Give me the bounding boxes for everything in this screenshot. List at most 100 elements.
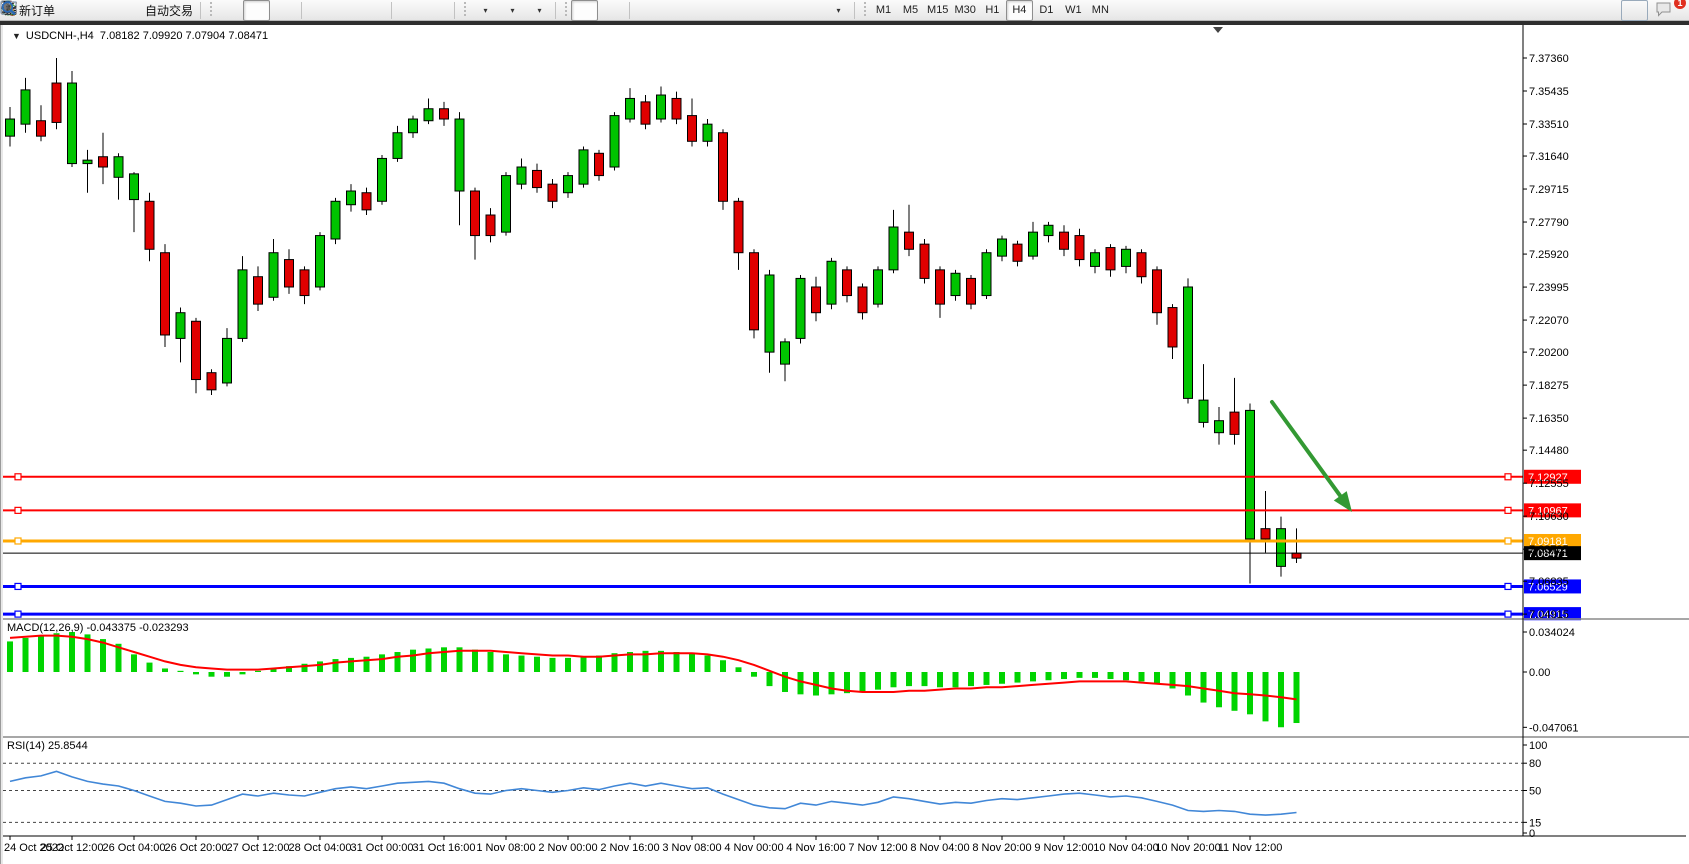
level-line-handle[interactable]: [15, 583, 21, 589]
candle-chart-mode-button[interactable]: [243, 0, 270, 21]
macd-histogram-bar: [488, 652, 494, 672]
candle-body: [734, 201, 743, 252]
text-tool-button[interactable]: A: [769, 0, 796, 21]
candle-body: [843, 270, 852, 296]
candle-body: [1153, 270, 1162, 313]
market-watch-button[interactable]: [58, 0, 85, 21]
candle-body: [517, 167, 526, 184]
chart-shift-marker-icon[interactable]: [1213, 27, 1223, 33]
level-line-handle[interactable]: [1505, 538, 1511, 544]
level-line-handle[interactable]: [15, 538, 21, 544]
timeframe-m15-button[interactable]: M15: [924, 0, 951, 21]
auto-scroll-button[interactable]: [396, 0, 423, 21]
chart-canvas[interactable]: 7.129277.109677.091817.084717.065297.049…: [0, 0, 1689, 864]
macd-histogram-bar: [147, 663, 153, 672]
price-tick-label: 7.16350: [1529, 413, 1569, 425]
trendline-tool-button[interactable]: [688, 0, 715, 21]
data-window-button[interactable]: [85, 0, 112, 21]
zoom-in-button[interactable]: [306, 0, 333, 21]
fibonacci-tool-button[interactable]: F: [742, 0, 769, 21]
candle-body: [1168, 308, 1177, 347]
level-line-handle[interactable]: [1505, 611, 1511, 617]
vertical-line-tool-button[interactable]: [634, 0, 661, 21]
level-line-handle[interactable]: [1505, 583, 1511, 589]
timeframe-d1-button[interactable]: D1: [1033, 0, 1060, 21]
new-chart-button[interactable]: ▾: [470, 0, 497, 21]
new-order-label: 新订单: [19, 2, 55, 19]
line-chart-mode-button[interactable]: [270, 0, 297, 21]
candle-body: [750, 253, 759, 330]
level-line-handle[interactable]: [1505, 474, 1511, 480]
candle-body: [145, 201, 154, 249]
level-line-handle[interactable]: [15, 474, 21, 480]
timeframe-h1-button[interactable]: H1: [979, 0, 1006, 21]
tile-windows-button[interactable]: [360, 0, 387, 21]
price-tick-label: 7.27790: [1529, 217, 1569, 229]
level-line-handle[interactable]: [1505, 507, 1511, 513]
trend-arrow-line[interactable]: [1272, 402, 1345, 502]
timeframe-mn-button[interactable]: MN: [1087, 0, 1114, 21]
horizontal-line-tool-button[interactable]: [661, 0, 688, 21]
dropdown-arrow-icon: ▾: [837, 6, 841, 15]
trend-arrow-head[interactable]: [1334, 491, 1352, 512]
notification-badge: 1: [1674, 0, 1686, 9]
toolbar-grip: [208, 2, 213, 18]
zoom-out-button[interactable]: [333, 0, 360, 21]
search-button[interactable]: [1621, 0, 1648, 21]
toolbar-separator: [454, 2, 455, 19]
toolbar-separator: [629, 2, 630, 19]
candle-body: [1029, 232, 1038, 256]
macd-histogram-bar: [1046, 672, 1052, 680]
indicators-button[interactable]: ▾: [524, 0, 551, 21]
signal-button[interactable]: [112, 0, 139, 21]
macd-histogram-bar: [736, 667, 742, 672]
macd-histogram-bar: [364, 657, 370, 672]
candle-body: [1075, 236, 1084, 260]
timeframe-w1-button[interactable]: W1: [1060, 0, 1087, 21]
new-order-button[interactable]: 新订单: [13, 0, 58, 21]
timeframe-h4-button[interactable]: H4: [1006, 0, 1033, 21]
time-tick-label: 10 Nov 20:00: [1155, 842, 1220, 854]
timeframe-m30-button[interactable]: M30: [951, 0, 978, 21]
main-toolbar: 新订单 自动交易: [0, 0, 1689, 21]
candle-body: [254, 277, 263, 304]
level-line-handle[interactable]: [15, 611, 21, 617]
period-button[interactable]: ▾: [497, 0, 524, 21]
label-tool-button[interactable]: T: [796, 0, 823, 21]
macd-histogram-bar: [751, 672, 757, 677]
arrows-tool-button[interactable]: ▾: [823, 0, 850, 21]
candle-body: [719, 133, 728, 202]
macd-histogram-bar: [162, 668, 168, 672]
crosshair-tool-button[interactable]: [598, 0, 625, 21]
price-tick-label: 7.18275: [1529, 380, 1569, 392]
bar-chart-mode-button[interactable]: [216, 0, 243, 21]
timeframe-m1-button[interactable]: M1: [870, 0, 897, 21]
cursor-tool-button[interactable]: [571, 0, 598, 21]
candles-group: [6, 58, 1302, 584]
candle-body: [1230, 412, 1239, 434]
equidistant-channel-tool-button[interactable]: E: [715, 0, 742, 21]
time-tick-label: 8 Nov 20:00: [972, 842, 1031, 854]
candle-body: [1199, 400, 1208, 422]
price-tick-label: 7.08705: [1529, 544, 1569, 556]
candle-body: [1013, 244, 1022, 261]
candle-body: [796, 278, 805, 338]
macd-histogram-bar: [689, 653, 695, 672]
timeframe-m5-button[interactable]: M5: [897, 0, 924, 21]
macd-histogram-bar: [7, 641, 13, 672]
time-tick-label: 26 Oct 20:00: [165, 842, 228, 854]
candle-body: [130, 174, 139, 200]
candle-body: [1292, 553, 1301, 558]
macd-histogram-bar: [333, 659, 339, 672]
chart-shift-button[interactable]: [423, 0, 450, 21]
candle-body: [68, 83, 77, 164]
autotrade-button[interactable]: 自动交易: [139, 0, 196, 21]
level-line-handle[interactable]: [15, 507, 21, 513]
timeframe-label: M5: [903, 4, 918, 16]
toolbar-grip: [563, 2, 568, 18]
candle-body: [192, 321, 201, 379]
candle-body: [1261, 529, 1270, 539]
notifications-button[interactable]: 1: [1654, 0, 1681, 21]
rsi-tick-label: 50: [1529, 786, 1541, 798]
candle-body: [812, 287, 821, 313]
